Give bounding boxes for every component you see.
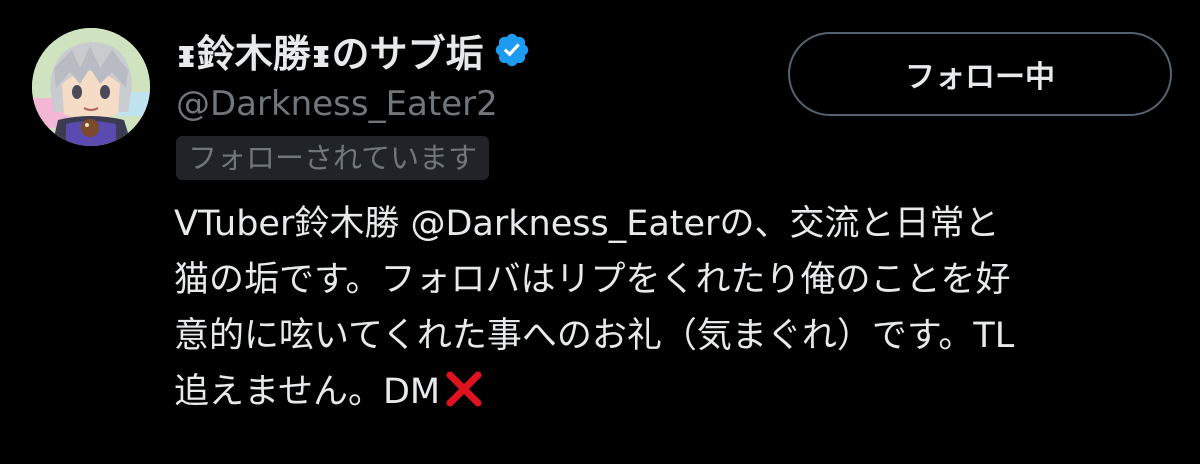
follows-you-badge: フォローされています [176,136,490,180]
bio-line: VTuber鈴木勝 @Darkness_Eaterの、交流と日常と [174,196,1164,252]
following-button[interactable]: フォロー中 [788,32,1172,116]
bio: VTuber鈴木勝 @Darkness_Eaterの、交流と日常と 猫の垢です。… [174,196,1164,420]
red-cross-icon [446,371,482,407]
bio-text: の、交流と日常と [719,204,1000,244]
avatar[interactable] [32,28,150,146]
username-handle[interactable]: @Darkness_Eater2 [176,84,498,124]
bio-line: 意的に呟いてくれた事へのお礼（気まぐれ）です。TL [174,316,1015,356]
bio-line: 猫の垢です。フォロバはリプをくれたり俺のことを好 [174,260,1011,300]
bio-line: 追えません。DM [174,364,1164,420]
display-name-text: ᵻ鈴木勝ᵻのサブ垢 [176,31,484,76]
bio-mention-link[interactable]: @Darkness_Eater [410,204,719,244]
anime-character-avatar-icon [32,28,150,146]
display-name[interactable]: ᵻ鈴木勝ᵻのサブ垢 [176,20,531,80]
bio-text: VTuber鈴木勝 [174,204,400,244]
verified-badge-icon [496,33,529,67]
bio-text: 追えません。DM [174,372,441,412]
